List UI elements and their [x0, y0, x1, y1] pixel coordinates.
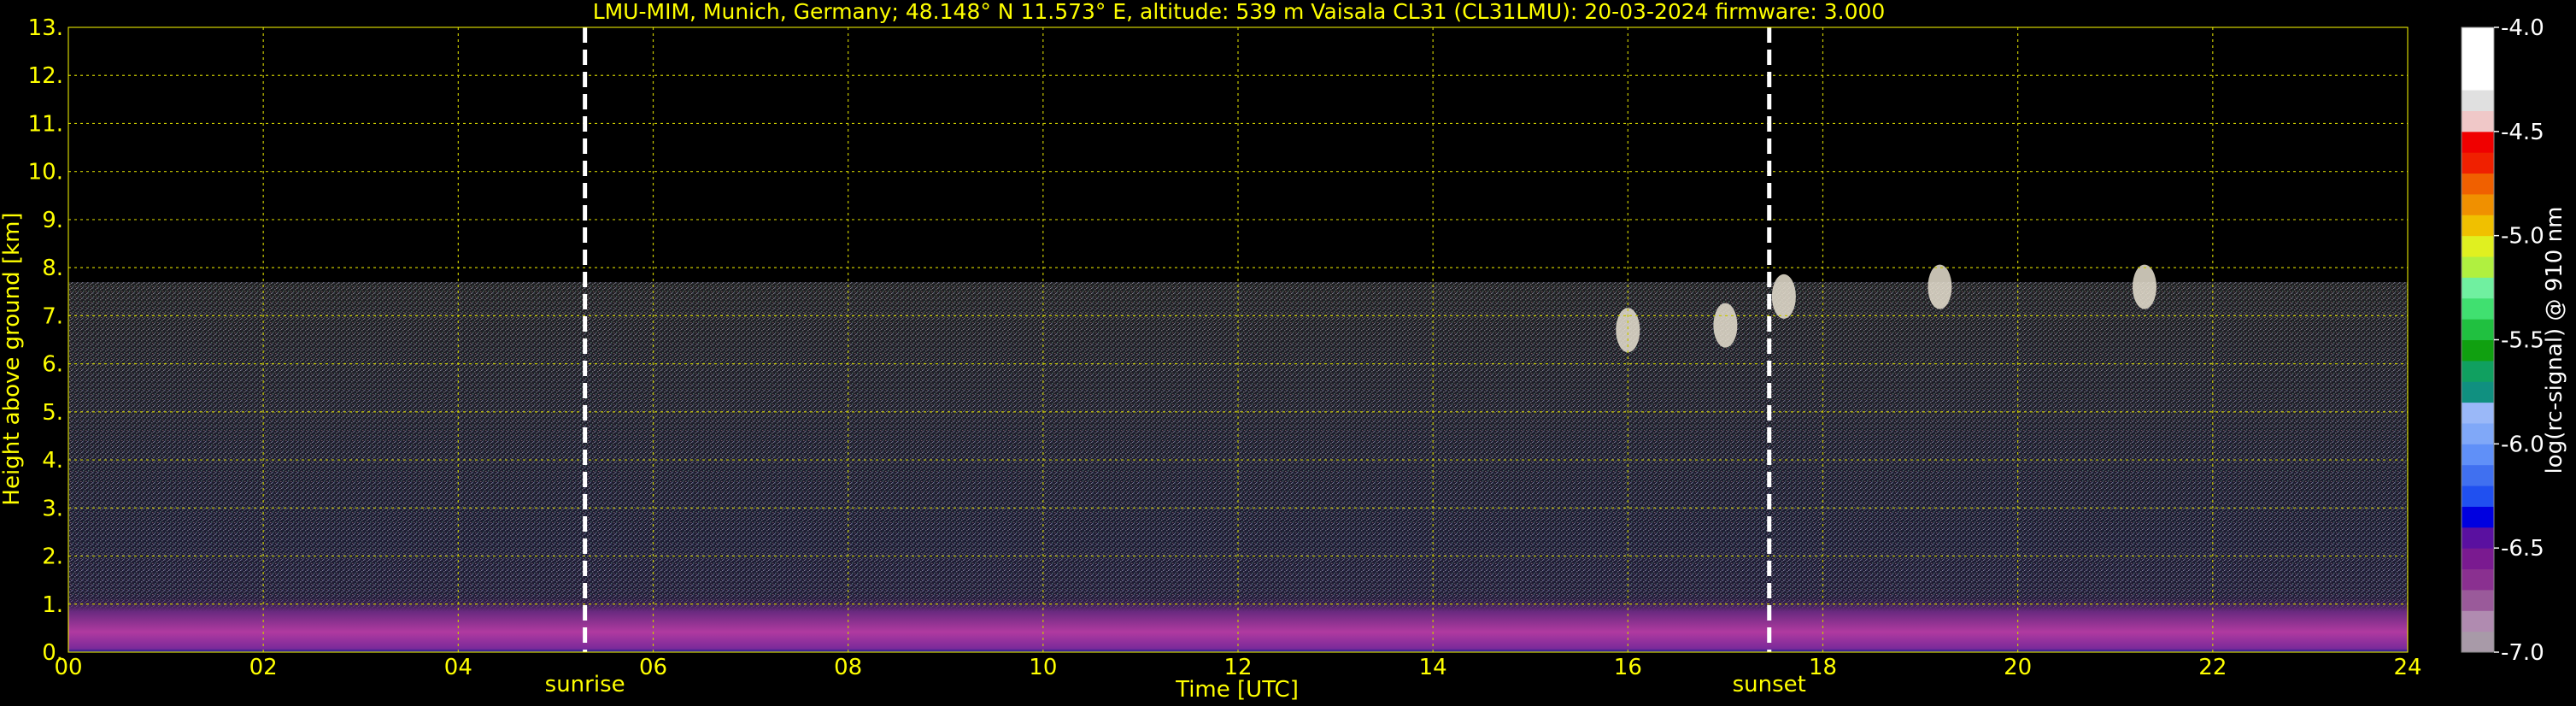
colorbar-tick-label: -7.0 [2501, 640, 2544, 666]
colorbar-swatch [2462, 152, 2494, 174]
y-tick-label: 12. [28, 63, 63, 89]
y-tick-label: 1. [42, 592, 63, 618]
y-tick-label: 11. [28, 111, 63, 137]
colorbar-swatch [2462, 402, 2494, 424]
colorbar-swatch [2462, 339, 2494, 362]
colorbar-label: log(rc-signal) @ 910 nm [2542, 207, 2567, 474]
colorbar-swatch [2462, 381, 2494, 403]
colorbar-swatch [2462, 193, 2494, 215]
colorbar-swatch [2462, 319, 2494, 340]
plot-area [67, 26, 2409, 653]
event-label-sunrise: sunrise [545, 672, 625, 697]
colorbar-swatch [2462, 256, 2494, 278]
colorbar-ticks: -4.0 -4.5 -5.0 -5.5 -6.0 -6.5 -7.0 [2494, 15, 2544, 666]
colorbar-tick-label: -4.5 [2501, 120, 2544, 145]
colorbar-swatch [2462, 506, 2494, 528]
colorbar-swatch [2462, 485, 2494, 507]
cloud-return [1928, 264, 1952, 309]
y-tick-label: 9. [42, 208, 63, 233]
y-tick-label: 0. [42, 640, 63, 666]
colorbar-swatch [2462, 131, 2494, 153]
colorbar-tick-label: -5.0 [2501, 224, 2544, 250]
y-tick-label: 7. [42, 303, 63, 329]
colorbar-swatch [2462, 68, 2494, 91]
colorbar-swatch [2462, 48, 2494, 70]
colorbar-swatch [2462, 568, 2494, 591]
colorbar-swatch [2462, 173, 2494, 195]
x-tick-label: 16 [1614, 655, 1642, 680]
x-tick-label: 08 [834, 655, 862, 680]
colorbar-swatch [2462, 215, 2494, 237]
x-tick-label: 20 [2004, 655, 2032, 680]
y-tick-label: 6. [42, 352, 63, 378]
y-tick-label: 13. [28, 15, 63, 41]
colorbar-tick-label: -5.5 [2501, 328, 2544, 354]
colorbar-swatch [2462, 277, 2494, 299]
x-tick-label: 24 [2393, 655, 2421, 680]
colorbar-swatch [2462, 110, 2494, 132]
event-label-sunset: sunset [1733, 672, 1806, 697]
x-tick-label: 14 [1419, 655, 1447, 680]
colorbar-tick-label: -4.0 [2501, 15, 2544, 41]
colorbar-swatch [2462, 589, 2494, 611]
colorbar-swatch [2462, 422, 2494, 444]
y-axis-label: Height above ground [km] [0, 212, 25, 505]
colorbar-tick-label: -6.5 [2501, 536, 2544, 562]
colorbar-tick-label: -6.0 [2501, 432, 2544, 457]
colorbar-swatch [2462, 631, 2494, 653]
colorbar-swatch [2462, 297, 2494, 320]
colorbar-swatch [2462, 360, 2494, 382]
y-tick-label: 8. [42, 256, 63, 281]
y-tick-label: 3. [42, 496, 63, 521]
cloud-return [1771, 274, 1796, 319]
colorbar-swatch [2462, 90, 2494, 111]
x-tick-label: 02 [249, 655, 278, 680]
ceilometer-chart: 00 02 04 06 08 10 12 14 16 18 20 22 24 0.1.2.3.4.5.6… [0, 0, 2567, 703]
colorbar-swatch [2462, 548, 2494, 570]
colorbar-swatch [2462, 444, 2494, 466]
y-tick-label: 5. [42, 400, 63, 426]
x-tick-label: 06 [639, 655, 667, 680]
x-tick-label: 10 [1029, 655, 1057, 680]
colorbar-swatch [2462, 464, 2494, 486]
y-tick-label: 4. [42, 448, 63, 474]
y-tick-label: 10. [28, 160, 63, 185]
colorbar-swatches [2461, 26, 2495, 653]
x-tick-label: 04 [444, 655, 472, 680]
x-tick-label: 18 [1809, 655, 1837, 680]
colorbar: -4.0 -4.5 -5.0 -5.5 -6.0 -6.5 -7.0 log(rc-sign… [2461, 15, 2567, 666]
cloud-return [1713, 303, 1738, 348]
y-axis-ticks: 0. 1. 2. 3. 4. 5. 6. 7. 8. 9. 10. 11. 12. 13. [28, 15, 63, 666]
colorbar-swatch [2462, 235, 2494, 257]
colorbar-swatch [2462, 610, 2494, 632]
y-tick-label: 2. [42, 544, 63, 570]
x-axis-label: Time [UTC] [1175, 677, 1299, 703]
chart-title: LMU-MIM, Munich, Germany; 48.148° N 11.5… [593, 0, 1886, 24]
colorbar-swatch [2462, 527, 2494, 549]
colorbar-swatch [2462, 27, 2494, 49]
cloud-return [2132, 264, 2156, 309]
x-tick-label: 22 [2198, 655, 2227, 680]
